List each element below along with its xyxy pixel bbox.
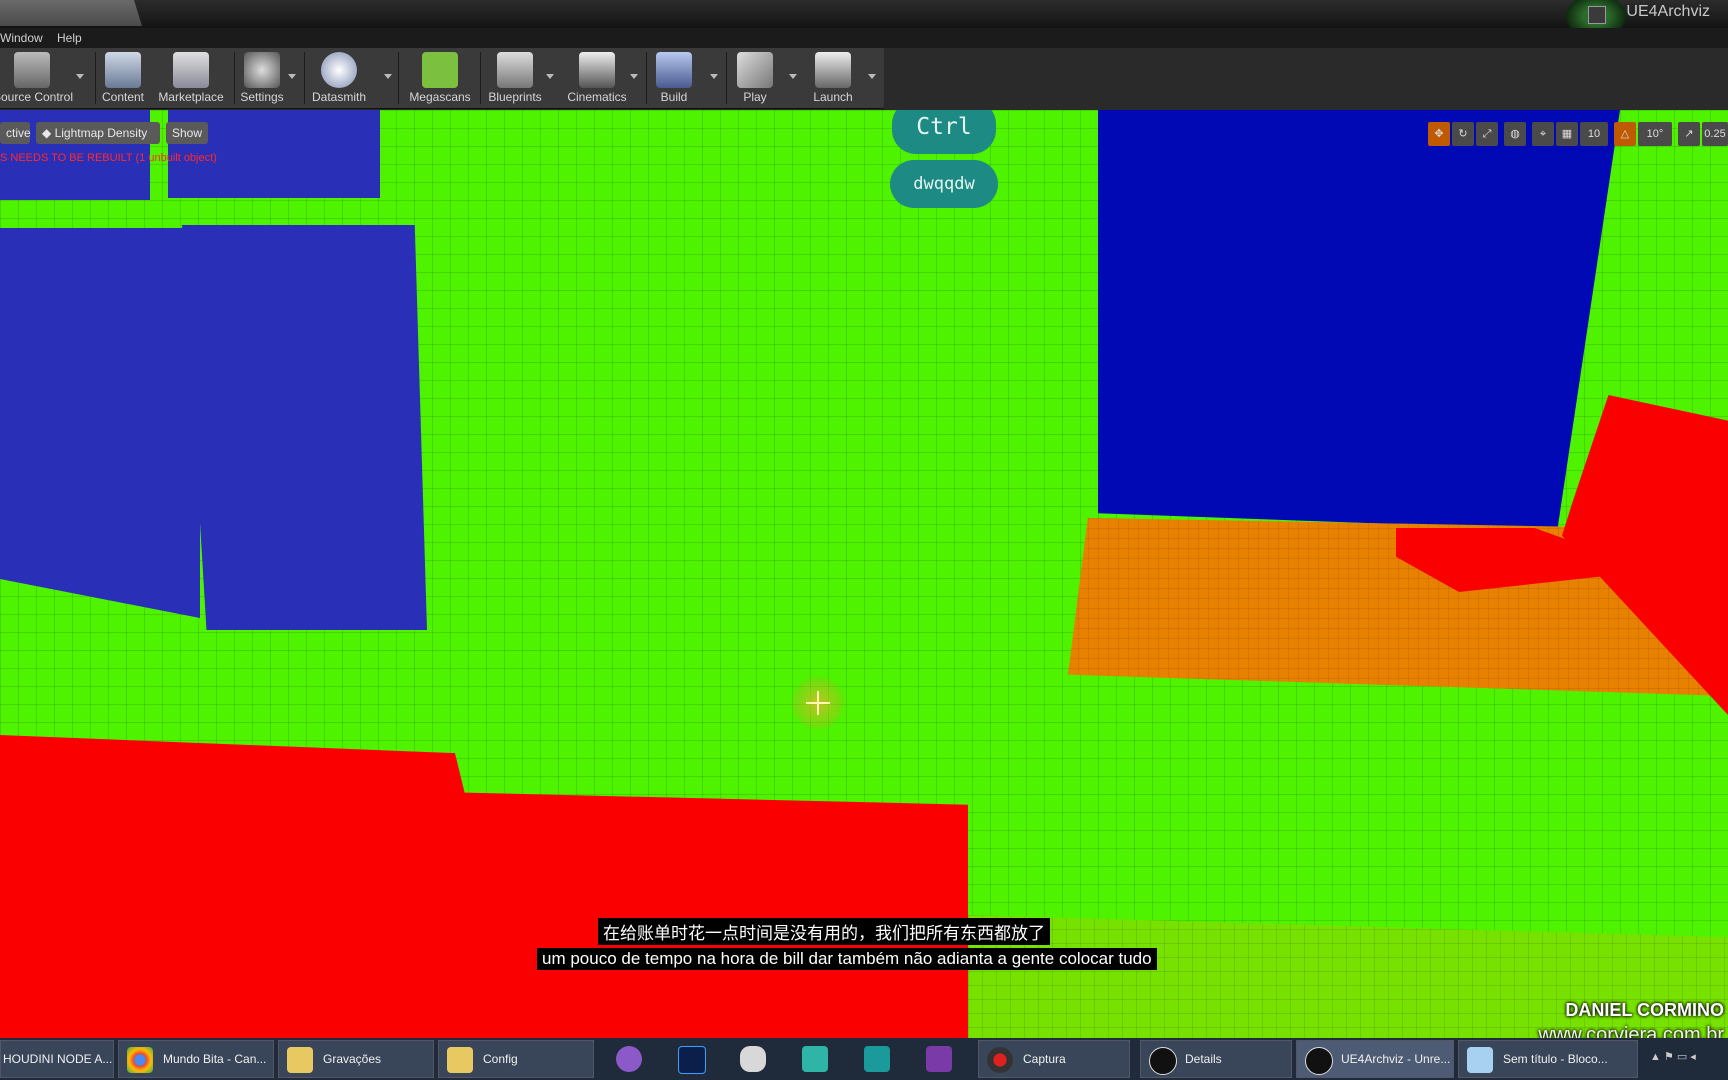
scale-icon[interactable]: ⤢: [1476, 122, 1498, 146]
blueprints-icon: [497, 52, 533, 88]
show-button[interactable]: Show: [166, 122, 208, 144]
play-icon: [737, 52, 773, 88]
taskbar-item-maya[interactable]: [798, 1040, 834, 1078]
taskbar-item-details[interactable]: Details: [1140, 1040, 1292, 1078]
translate-icon[interactable]: ✥: [1428, 122, 1450, 146]
main-toolbar: Source Control Content Marketplace Setti…: [0, 48, 1728, 110]
3dsmax-icon: [864, 1046, 890, 1072]
marketplace-button[interactable]: Marketplace: [155, 48, 227, 108]
scale-snap-value[interactable]: 0.25: [1702, 122, 1728, 146]
menu-bar: Window Help: [0, 28, 1728, 48]
cat-app-icon: [616, 1046, 642, 1072]
project-name: UE4Archviz: [1626, 3, 1710, 20]
marketplace-icon: [173, 52, 209, 88]
folder-icon: [447, 1047, 473, 1073]
viewport-tools: ✥ ↻ ⤢ ◍ ⌖ ▦ 10 △ 10° ↗ 0.25: [1418, 122, 1728, 146]
launch-button[interactable]: Launch: [808, 48, 876, 108]
taskbar-item-chrome[interactable]: Mundo Bita - Can...: [118, 1040, 274, 1078]
grid-snap-icon[interactable]: ▦: [1556, 122, 1578, 146]
rotation-snap-value[interactable]: 10°: [1638, 122, 1672, 146]
window-pane: [0, 228, 200, 618]
lighting-rebuild-warning: S NEEDS TO BE REBUILT (1 unbuilt object): [0, 152, 217, 164]
key-overlay-ctrl: Ctrl: [892, 110, 996, 154]
settings-icon: [244, 52, 280, 88]
taskbar-item-photoshop[interactable]: [674, 1040, 710, 1078]
level-viewport[interactable]: ctive ◆ Lightmap Density Show S NEEDS TO…: [0, 110, 1728, 1038]
folder-icon: [287, 1047, 313, 1073]
rotation-snap-icon[interactable]: △: [1614, 122, 1636, 146]
title-bar: UE4Archviz: [0, 0, 1728, 38]
doorway-surface: [1098, 110, 1620, 530]
play-button[interactable]: Play: [733, 48, 797, 108]
chrome-icon: [127, 1047, 153, 1073]
content-button[interactable]: Content: [98, 48, 148, 108]
window-pane: [182, 225, 427, 630]
taskbar-item-notepad[interactable]: Sem título - Bloco...: [1458, 1040, 1638, 1078]
gamepad-icon: [740, 1046, 766, 1072]
os-taskbar: HOUDINI NODE A... Mundo Bita - Can... Gr…: [0, 1038, 1728, 1080]
world-local-icon[interactable]: ◍: [1504, 122, 1526, 146]
system-tray[interactable]: ▲ ⚑ ▭ ◂: [1650, 1050, 1720, 1068]
build-icon: [656, 52, 692, 88]
watermark-author: DANIEL CORMINO: [1565, 1000, 1724, 1020]
menu-help[interactable]: Help: [57, 31, 82, 45]
launch-icon: [815, 52, 851, 88]
toolbar-strip: Source Control Content Marketplace Setti…: [0, 48, 884, 109]
record-icon: [987, 1047, 1013, 1073]
view-mode-button[interactable]: ◆ Lightmap Density: [36, 122, 160, 144]
lightmap-density-icon: ◆: [42, 126, 55, 140]
taskbar-item-gamepad[interactable]: [736, 1040, 772, 1078]
taskbar-item-cat-app[interactable]: [612, 1040, 648, 1078]
blueprints-button[interactable]: Blueprints: [484, 48, 554, 108]
grid-snap-value[interactable]: 10: [1580, 122, 1608, 146]
unreal-icon: [1149, 1047, 1177, 1075]
megascans-icon: [422, 52, 458, 88]
content-icon: [105, 52, 141, 88]
watermark-site: www.corviera.com.br: [1538, 1024, 1724, 1038]
taskbar-item-3dsmax[interactable]: [860, 1040, 896, 1078]
source-control-button[interactable]: Source Control: [0, 48, 84, 108]
floor-surface: [0, 735, 968, 1038]
build-button[interactable]: Build: [652, 48, 718, 108]
cinematics-button[interactable]: Cinematics: [562, 48, 638, 108]
taskbar-item-houdini[interactable]: HOUDINI NODE A...: [0, 1040, 114, 1078]
cinematics-icon: [579, 52, 615, 88]
surface-snap-icon[interactable]: ⌖: [1532, 122, 1554, 146]
perspective-button[interactable]: ctive: [0, 122, 31, 144]
subtitle-line-2: um pouco de tempo na hora de bill dar ta…: [537, 948, 1157, 970]
key-overlay-keys: dwqqdw: [890, 160, 998, 208]
app-icon: [926, 1046, 952, 1072]
scale-snap-icon[interactable]: ↗: [1678, 122, 1700, 146]
datasmith-icon: [321, 52, 357, 88]
settings-button[interactable]: Settings: [236, 48, 296, 108]
photoshop-icon: [678, 1046, 706, 1074]
taskbar-item-config[interactable]: Config: [438, 1040, 594, 1078]
notepad-icon: [1467, 1047, 1493, 1073]
source-control-icon: [14, 52, 50, 88]
taskbar-item-captura[interactable]: Captura: [978, 1040, 1130, 1078]
maya-icon: [802, 1046, 828, 1072]
taskbar-item-ue4archviz[interactable]: UE4Archviz - Unre...: [1296, 1040, 1454, 1078]
subtitle-line-1: 在给账单时花一点时间是没有用的，我们把所有东西都放了: [598, 918, 1050, 945]
datasmith-button[interactable]: Datasmith: [308, 48, 392, 108]
tray-flag-icon: ▲ ⚑ ▭ ◂: [1650, 1051, 1696, 1063]
menu-window[interactable]: Window: [0, 31, 43, 45]
crosshair-icon: [792, 677, 844, 729]
rotate-icon[interactable]: ↻: [1452, 122, 1474, 146]
megascans-button[interactable]: Megascans: [404, 48, 476, 108]
taskbar-item-gravacoes[interactable]: Gravações: [278, 1040, 434, 1078]
editor-tab[interactable]: [0, 0, 142, 26]
unreal-icon: [1305, 1047, 1333, 1075]
taskbar-item-app[interactable]: [922, 1040, 958, 1078]
